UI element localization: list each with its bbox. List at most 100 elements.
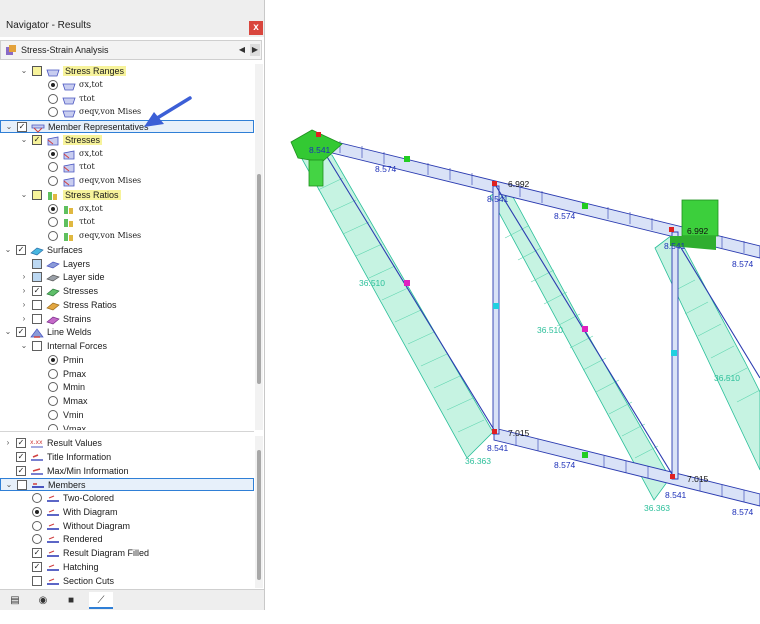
tree-radio[interactable]: [48, 107, 58, 118]
tree-item[interactable]: σeqv,von Mises: [0, 230, 254, 243]
tree-checkbox[interactable]: [32, 575, 42, 586]
tree-item[interactable]: ✓ Max/Min Information: [0, 465, 254, 478]
collapse-chevron-icon[interactable]: ⌄: [5, 122, 13, 132]
collapse-chevron-icon[interactable]: ⌄: [20, 66, 28, 76]
tree-item[interactable]: ✓ Result Diagram Filled: [0, 547, 254, 560]
tree-item[interactable]: Mmax: [0, 395, 254, 408]
tree-item[interactable]: ⌄ ✓ Line Welds: [0, 326, 254, 339]
tree-item[interactable]: ⌄ Stress Ratios: [0, 189, 254, 202]
tree-item[interactable]: ✓ Hatching: [0, 561, 254, 574]
tree-checkbox[interactable]: ✓: [32, 548, 42, 558]
tree-item[interactable]: › Strains: [0, 313, 254, 326]
expand-chevron-icon[interactable]: ›: [20, 272, 28, 282]
expand-chevron-icon[interactable]: ›: [20, 286, 28, 296]
previous-module-arrow-icon[interactable]: ◀: [237, 44, 247, 56]
tree-item[interactable]: With Diagram: [0, 506, 254, 519]
upper-scroll-thumb[interactable]: [257, 174, 261, 384]
tree-checkbox[interactable]: [32, 313, 42, 324]
collapse-chevron-icon[interactable]: ⌄: [20, 341, 28, 351]
tree-checkbox[interactable]: ✓: [17, 122, 27, 132]
tree-item[interactable]: σeqv,von Mises: [0, 175, 254, 188]
tree-item[interactable]: σx,tot: [0, 79, 254, 92]
tree-radio[interactable]: [48, 203, 58, 214]
lower-scroll-thumb[interactable]: [257, 450, 261, 580]
tree-item[interactable]: Vmax: [0, 423, 254, 430]
tree-radio[interactable]: [48, 176, 58, 186]
tree-radio[interactable]: [48, 396, 58, 406]
data-tab[interactable]: ▤: [3, 592, 27, 609]
collapse-chevron-icon[interactable]: ⌄: [20, 190, 28, 200]
tree-item[interactable]: ⌄ ✓ Stresses: [0, 134, 254, 147]
tree-item[interactable]: σx,tot: [0, 203, 254, 216]
tree-item[interactable]: Vmin: [0, 409, 254, 422]
tree-checkbox[interactable]: [32, 299, 42, 310]
tree-item[interactable]: τtot: [0, 216, 254, 229]
module-selector[interactable]: Stress-Strain Analysis ◀ ▶: [0, 40, 262, 60]
tree-item[interactable]: ⌄ ✓ Surfaces: [0, 244, 254, 257]
tree-radio[interactable]: [48, 382, 58, 393]
tree-radio[interactable]: [48, 148, 58, 159]
tree-item[interactable]: Without Diagram: [0, 520, 254, 533]
tree-checkbox[interactable]: [32, 341, 42, 351]
upper-scrollbar[interactable]: [255, 64, 263, 430]
tree-checkbox[interactable]: [17, 480, 27, 491]
tree-item[interactable]: › Layer side: [0, 271, 254, 284]
tree-checkbox[interactable]: [32, 258, 42, 269]
next-module-arrow-icon[interactable]: ▶: [250, 44, 260, 56]
tree-checkbox[interactable]: [32, 272, 42, 283]
tree-item[interactable]: Pmin: [0, 354, 254, 367]
camera-tab[interactable]: ■: [59, 592, 83, 609]
tree-item[interactable]: ⌄ Stress Ranges: [0, 65, 254, 78]
results-tab[interactable]: ⟋: [89, 592, 113, 609]
tree-checkbox[interactable]: ✓: [16, 327, 26, 338]
collapse-chevron-icon[interactable]: ⌄: [5, 480, 13, 490]
tree-checkbox[interactable]: [32, 66, 42, 76]
tree-item[interactable]: Two-Colored: [0, 492, 254, 505]
view-tab[interactable]: ◉: [31, 592, 55, 609]
tree-item[interactable]: Rendered: [0, 533, 254, 546]
tree-checkbox[interactable]: ✓: [16, 244, 26, 255]
tree-radio[interactable]: [32, 520, 42, 531]
tree-checkbox[interactable]: [32, 189, 42, 200]
tree-radio[interactable]: [32, 493, 42, 503]
tree-radio[interactable]: [32, 506, 42, 517]
tree-checkbox[interactable]: ✓: [16, 451, 26, 462]
tree-item[interactable]: Layers: [0, 258, 254, 271]
tree-radio[interactable]: [48, 79, 58, 90]
tree-item[interactable]: Pmax: [0, 368, 254, 381]
tree-radio[interactable]: [48, 231, 58, 241]
tree-radio[interactable]: [48, 162, 58, 173]
close-button[interactable]: x: [249, 21, 263, 35]
tree-checkbox[interactable]: ✓: [16, 438, 26, 448]
tree-item[interactable]: τtot: [0, 161, 254, 174]
tree-radio[interactable]: [48, 409, 58, 420]
tree-item[interactable]: ⌄ ✓ Member Representatives: [0, 120, 254, 133]
tree-item[interactable]: › ✓ Stresses: [0, 285, 254, 298]
tree-item[interactable]: Section Cuts: [0, 575, 254, 588]
collapse-chevron-icon[interactable]: ⌄: [20, 135, 28, 145]
model-viewport[interactable]: 8.541 8.574 6.992 8.541 8.574 6.992 8.54…: [266, 0, 760, 624]
tree-item[interactable]: › Stress Ratios: [0, 299, 254, 312]
tree-item[interactable]: ✓ Title Information: [0, 451, 254, 464]
tree-checkbox[interactable]: ✓: [32, 561, 42, 572]
lower-scrollbar[interactable]: [255, 436, 263, 588]
expand-chevron-icon[interactable]: ›: [20, 300, 28, 310]
expand-chevron-icon[interactable]: ›: [20, 314, 28, 324]
tree-radio[interactable]: [48, 368, 58, 379]
tree-item[interactable]: › ✓ x.xx Result Values: [0, 437, 254, 450]
tree-radio[interactable]: [32, 534, 42, 545]
tree-item[interactable]: ⌄ Internal Forces: [0, 340, 254, 353]
collapse-chevron-icon[interactable]: ⌄: [4, 327, 12, 337]
tree-radio[interactable]: [48, 354, 58, 365]
tree-checkbox[interactable]: ✓: [16, 465, 26, 476]
tree-checkbox[interactable]: ✓: [32, 134, 42, 145]
tree-radio[interactable]: [48, 217, 58, 228]
tree-checkbox[interactable]: ✓: [32, 286, 42, 296]
collapse-chevron-icon[interactable]: ⌄: [4, 245, 12, 255]
tree-item[interactable]: τtot: [0, 93, 254, 106]
tree-item[interactable]: ⌄ Members: [0, 478, 254, 492]
tree-item[interactable]: σx,tot: [0, 148, 254, 161]
tree-item[interactable]: Mmin: [0, 381, 254, 394]
tree-radio[interactable]: [48, 423, 58, 430]
tree-item[interactable]: σeqv,von Mises: [0, 106, 254, 119]
